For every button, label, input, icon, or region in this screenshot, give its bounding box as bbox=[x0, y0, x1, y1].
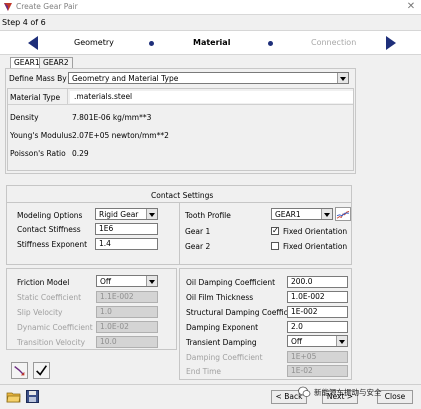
stiffness-exponent-label: Stiffness Exponent bbox=[17, 240, 88, 249]
contact-settings-group: Contact Settings Modeling Options Rigid … bbox=[6, 185, 352, 265]
structural-damping-field[interactable]: 1E-002 bbox=[287, 306, 348, 318]
watermark: 新能源车振动与安全 bbox=[298, 386, 394, 399]
prev-step-arrow-icon[interactable] bbox=[26, 35, 40, 51]
chevron-down-icon bbox=[336, 336, 347, 346]
define-mass-select[interactable]: Geometry and Material Type bbox=[68, 72, 349, 84]
material-panel: Define Mass By Geometry and Material Typ… bbox=[5, 68, 356, 174]
modeling-options-label: Modeling Options bbox=[17, 211, 83, 220]
next-step-arrow-icon[interactable] bbox=[384, 35, 398, 51]
transient-damping-label: Transient Damping bbox=[186, 338, 257, 347]
transient-damping-select[interactable]: Off bbox=[287, 335, 348, 347]
contact-settings-title: Contact Settings bbox=[151, 191, 214, 200]
oil-film-label: Oil Film Thickness bbox=[186, 293, 254, 302]
oil-damping-field[interactable]: 200.0 bbox=[287, 276, 348, 288]
damping-exponent-field[interactable]: 2.0 bbox=[287, 321, 348, 333]
friction-model-label: Friction Model bbox=[17, 278, 70, 287]
chevron-down-icon bbox=[337, 73, 348, 83]
friction-group: Friction Model Off Static Coefficient 1.… bbox=[6, 268, 177, 350]
apply-check-icon[interactable] bbox=[33, 362, 50, 379]
app-icon bbox=[4, 3, 12, 11]
density-value: 7.801E-06 kg/mm**3 bbox=[72, 113, 152, 122]
step-dot bbox=[149, 41, 154, 46]
wizard-step-connection: Connection bbox=[311, 38, 357, 47]
poissons-ratio-label: Poisson's Ratio bbox=[10, 149, 66, 158]
step-indicator: Step 4 of 6 bbox=[2, 18, 46, 27]
damping-coefficient-field: 1E+05 bbox=[287, 351, 348, 363]
divider bbox=[179, 203, 180, 265]
tooth-profile-select[interactable]: GEAR1 bbox=[271, 208, 333, 220]
divider bbox=[0, 384, 421, 385]
oil-film-field[interactable]: 1.0E-002 bbox=[287, 291, 348, 303]
modeling-options-select[interactable]: Rigid Gear bbox=[95, 208, 158, 220]
structural-damping-label: Structural Damping Coefficient bbox=[186, 308, 303, 317]
static-coefficient-label: Static Coefficient bbox=[17, 293, 82, 302]
open-folder-icon[interactable] bbox=[6, 390, 21, 403]
transition-velocity-field: 10.0 bbox=[96, 336, 158, 348]
window-title: Create Gear Pair bbox=[16, 2, 78, 11]
tooth-profile-plot-icon[interactable] bbox=[335, 207, 351, 221]
density-label: Density bbox=[10, 113, 39, 122]
gear2-fixed-checkbox[interactable] bbox=[271, 242, 279, 250]
youngs-modulus-label: Young's Modulus bbox=[10, 131, 73, 140]
wizard-bar: Geometry Material Connection bbox=[0, 30, 421, 55]
gear2-fixed-label: Fixed Orientation bbox=[283, 242, 348, 251]
gear1-label: Gear 1 bbox=[185, 227, 211, 236]
transition-velocity-label: Transition Velocity bbox=[17, 338, 86, 347]
wechat-icon bbox=[298, 386, 311, 397]
damping-group: Oil Damping Coefficient 200.0 Oil Film T… bbox=[179, 268, 352, 380]
slip-velocity-field: 1.0 bbox=[96, 306, 158, 318]
end-time-field: 1E-02 bbox=[287, 365, 348, 377]
contact-stiffness-label: Contact Stiffness bbox=[17, 225, 81, 234]
define-mass-label: Define Mass By bbox=[9, 74, 67, 83]
wizard-step-geometry[interactable]: Geometry bbox=[74, 38, 114, 47]
material-properties-box: Material Type .materials.steel Density 7… bbox=[7, 88, 354, 171]
step-dot bbox=[268, 41, 273, 46]
chevron-down-icon bbox=[146, 276, 157, 286]
save-disk-icon[interactable] bbox=[26, 390, 39, 403]
oil-damping-label: Oil Damping Coefficient bbox=[186, 278, 276, 287]
chevron-down-icon bbox=[321, 209, 332, 219]
select-pointer-icon[interactable] bbox=[11, 362, 28, 379]
stiffness-exponent-field[interactable]: 1.4 bbox=[95, 238, 158, 250]
contact-stiffness-field[interactable]: 1E6 bbox=[95, 223, 158, 235]
wizard-step-material[interactable]: Material bbox=[193, 38, 230, 47]
dynamic-coefficient-field: 1.0E-02 bbox=[96, 321, 158, 333]
dynamic-coefficient-label: Dynamic Coefficient bbox=[17, 323, 93, 332]
divider bbox=[67, 89, 68, 105]
gear2-label: Gear 2 bbox=[185, 242, 211, 251]
damping-coefficient-label: Damping Coefficient bbox=[186, 353, 263, 362]
damping-exponent-label: Damping Exponent bbox=[186, 323, 259, 332]
end-time-label: End Time bbox=[186, 367, 221, 376]
youngs-modulus-value: 2.07E+05 newton/mm**2 bbox=[72, 131, 169, 140]
gear1-fixed-label: Fixed Orientation bbox=[283, 227, 348, 236]
poissons-ratio-value: 0.29 bbox=[72, 149, 89, 158]
watermark-text: 新能源车振动与安全 bbox=[314, 388, 382, 397]
tab-gear2[interactable]: GEAR2 bbox=[39, 57, 73, 68]
gear1-fixed-checkbox[interactable] bbox=[271, 226, 279, 236]
slip-velocity-label: Slip Velocity bbox=[17, 308, 63, 317]
material-type-label: Material Type bbox=[10, 93, 61, 102]
friction-model-select[interactable]: Off bbox=[96, 275, 158, 287]
title-bar: Create Gear Pair ✕ bbox=[0, 0, 421, 15]
material-type-field[interactable]: .materials.steel bbox=[70, 91, 353, 103]
tooth-profile-label: Tooth Profile bbox=[185, 211, 231, 220]
chevron-down-icon bbox=[146, 209, 157, 219]
static-coefficient-field: 1.1E-002 bbox=[96, 291, 158, 303]
close-window-icon[interactable]: ✕ bbox=[405, 1, 417, 12]
